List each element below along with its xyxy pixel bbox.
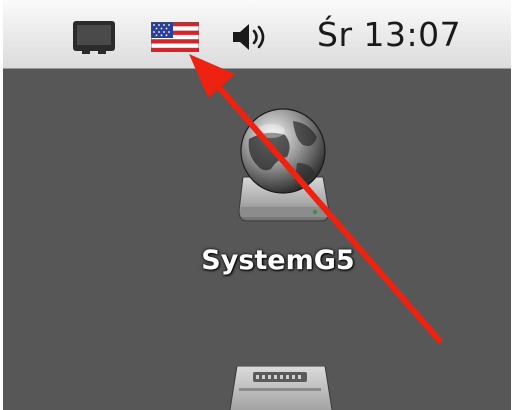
menu-bar: Śr 13:07 <box>3 0 511 69</box>
volume-icon <box>233 24 265 50</box>
network-drive-globe-icon <box>238 108 330 222</box>
display-menu-extra[interactable] <box>69 18 119 56</box>
input-menu[interactable] <box>151 22 199 52</box>
display-icon <box>73 21 115 54</box>
us-flag-input-menu-icon <box>151 22 199 52</box>
hard-drive-icon <box>229 365 333 410</box>
volume-menu-extra[interactable] <box>229 20 273 54</box>
second-drive[interactable] <box>225 365 337 410</box>
clock-text: Śr 13:07 <box>317 14 462 54</box>
systemg5-drive[interactable] <box>227 99 337 234</box>
desktop: SystemG5 <box>3 69 511 410</box>
screenshot-frame: Śr 13:07 SystemG5 <box>3 0 511 410</box>
systemg5-label: SystemG5 <box>201 245 355 276</box>
menubar-clock[interactable]: Śr 13:07 <box>317 14 487 54</box>
